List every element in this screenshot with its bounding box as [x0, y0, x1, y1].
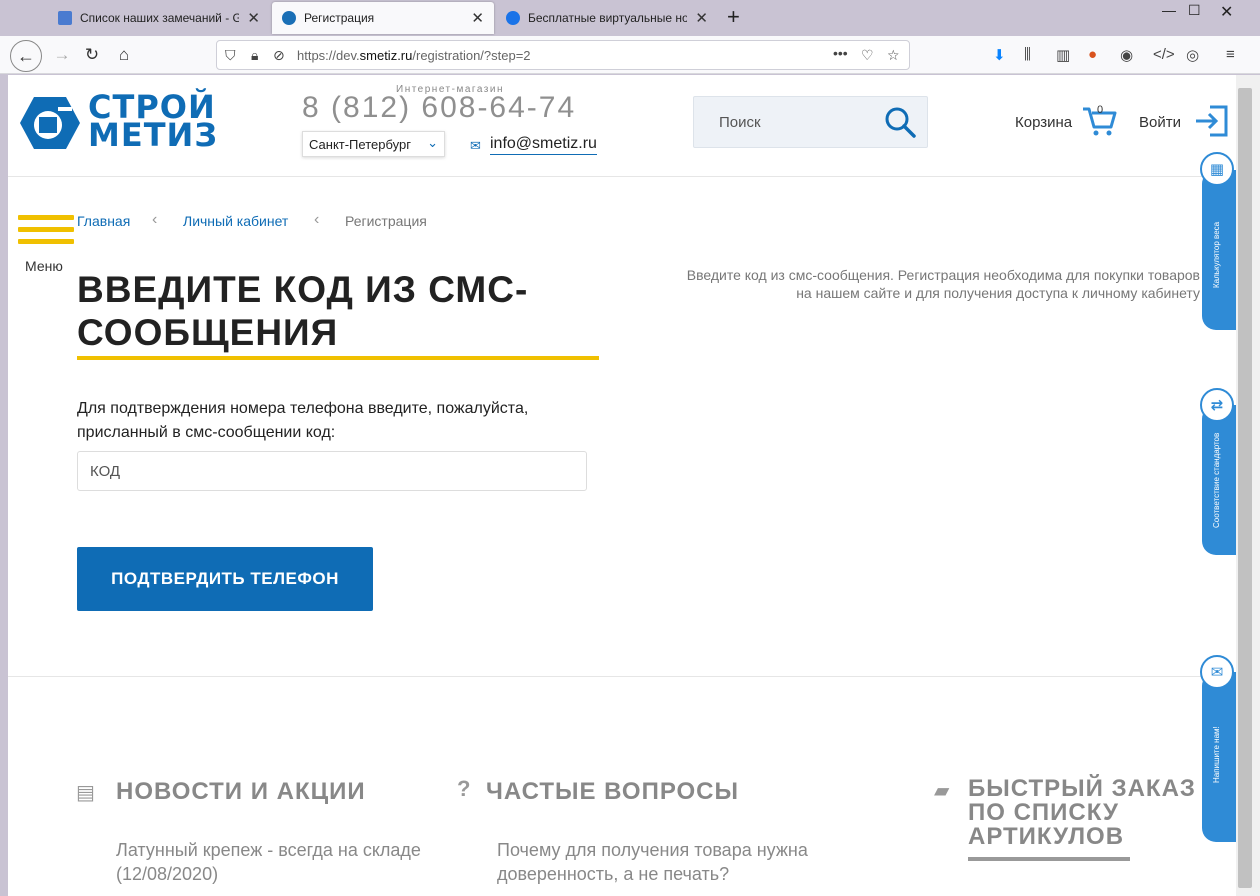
faq-title: ЧАСТЫЕ ВОПРОСЫ: [486, 778, 740, 805]
logo-icon[interactable]: [18, 95, 82, 151]
breadcrumb-account[interactable]: Личный кабинет: [183, 213, 288, 229]
chat-icon: ▰: [934, 780, 950, 802]
search-icon[interactable]: [883, 105, 917, 139]
tab-remarks[interactable]: Список наших замечаний - G ✕: [48, 2, 270, 34]
city-select[interactable]: Санкт-Петербург ⌄: [302, 131, 445, 157]
address-bar[interactable]: ⛉ 🔒︎ ⊘ https://dev.smetiz.ru/registratio…: [216, 40, 910, 70]
instruction-text: Для подтверждения номера телефона введит…: [77, 400, 529, 441]
menu-label[interactable]: Меню: [25, 258, 63, 274]
web-page: СТРОЙ МЕТИЗ Интернет-магазин 8 (812) 608…: [8, 75, 1236, 896]
quick-order-title[interactable]: БЫСТРЫЙ ЗАКАЗ ПО СПИСКУ АРТИКУЛОВ: [968, 777, 1208, 849]
sms-code-input[interactable]: [77, 451, 587, 491]
search-input[interactable]: [694, 97, 874, 147]
content-divider: [8, 676, 1236, 677]
close-icon[interactable]: ✕: [471, 9, 484, 27]
title-underline: [77, 356, 599, 360]
shield-icon[interactable]: ⛉: [225, 47, 236, 64]
minimize-button[interactable]: —: [1162, 2, 1176, 18]
tab-virtual-numbers[interactable]: Бесплатные виртуальные но ✕: [496, 2, 718, 34]
app-menu-icon[interactable]: ≡: [1226, 46, 1235, 63]
write-us-label[interactable]: Напишите нам!: [1212, 700, 1232, 810]
home-button[interactable]: ⌂: [110, 41, 138, 69]
news-icon: ▤: [76, 782, 95, 804]
calculator-icon[interactable]: ▦: [1200, 152, 1234, 186]
header-divider: [8, 176, 1236, 177]
power-icon: [506, 11, 520, 25]
cart-count-badge: 0: [1097, 104, 1104, 116]
browser-nav-bar: ← → ↻ ⌂ ⛉ 🔒︎ ⊘ https://dev.smetiz.ru/reg…: [0, 36, 1260, 74]
login-link[interactable]: Войти: [1139, 114, 1181, 131]
news-title: НОВОСТИ И АКЦИИ: [116, 778, 366, 805]
chevron-down-icon: ⌄: [427, 135, 438, 150]
chevron-left-icon: ‹: [314, 211, 320, 228]
devtools-icon[interactable]: </>: [1153, 46, 1175, 63]
tab-title: Регистрация: [304, 11, 375, 25]
pocket-icon[interactable]: ♡: [861, 47, 874, 64]
reload-button[interactable]: ↻: [78, 41, 106, 69]
extension-icon[interactable]: ◉: [1120, 46, 1133, 64]
bookmark-star-icon[interactable]: ☆: [887, 47, 900, 64]
swap-arrows-icon[interactable]: ⇄: [1200, 388, 1234, 422]
window-close-button[interactable]: ✕: [1220, 2, 1233, 22]
tab-registration[interactable]: Регистрация ✕: [272, 2, 494, 34]
account-icon[interactable]: ◎: [1186, 46, 1199, 64]
confirm-phone-button[interactable]: ПОДТВЕРДИТЬ ТЕЛЕФОН: [77, 547, 373, 611]
standards-label[interactable]: Соответствие стандартов: [1212, 420, 1232, 540]
breadcrumb-current: Регистрация: [345, 213, 427, 229]
close-icon[interactable]: ✕: [247, 9, 260, 27]
login-icon[interactable]: [1194, 105, 1228, 137]
chevron-left-icon: ‹: [152, 211, 158, 228]
hamburger-menu-icon[interactable]: [18, 215, 74, 251]
page-actions-icon[interactable]: •••: [833, 45, 848, 61]
browser-tab-bar: Список наших замечаний - G ✕ Регистрация…: [0, 0, 1260, 36]
mail-icon: ✉: [470, 138, 481, 153]
url-text[interactable]: https://dev.smetiz.ru/registration/?step…: [297, 48, 531, 63]
phone-number[interactable]: 8 (812) 608-64-74: [302, 91, 576, 125]
maximize-button[interactable]: ☐: [1188, 2, 1201, 19]
page-title: ВВЕДИТЕ КОД ИЗ СМС-СООБЩЕНИЯ: [77, 269, 529, 353]
tab-title: Список наших замечаний - G: [80, 11, 240, 25]
faq-item-link[interactable]: Почему для получения товара нужна довере…: [497, 838, 827, 886]
downloads-icon[interactable]: ⬇: [993, 46, 1006, 64]
back-button[interactable]: ←: [10, 40, 42, 72]
docs-icon: [58, 11, 72, 25]
quick-order-underline: [968, 857, 1130, 861]
extension-icon[interactable]: ●: [1088, 46, 1097, 63]
search-box: [693, 96, 928, 148]
logo-text[interactable]: СТРОЙ МЕТИЗ: [88, 91, 218, 151]
news-item-link[interactable]: Латунный крепеж - всегда на складе (12/0…: [116, 838, 446, 886]
new-tab-button[interactable]: +: [727, 4, 740, 30]
breadcrumb-home[interactable]: Главная: [77, 213, 130, 229]
email-link[interactable]: info@smetiz.ru: [490, 135, 597, 155]
forward-button[interactable]: →: [48, 41, 76, 69]
permissions-icon[interactable]: ⊘: [273, 47, 285, 64]
intro-text: Введите код из смс-сообщения. Регистраци…: [686, 267, 1200, 301]
lock-icon[interactable]: 🔒︎: [251, 47, 258, 64]
sidebar-icon[interactable]: ▥: [1056, 46, 1070, 64]
cart-link[interactable]: Корзина: [1015, 114, 1072, 131]
tab-title: Бесплатные виртуальные но: [528, 11, 688, 25]
scrollbar-thumb[interactable]: [1238, 88, 1252, 888]
library-icon[interactable]: ⫼: [1024, 46, 1031, 63]
question-icon: ?: [457, 776, 471, 801]
smetiz-favicon-icon: [282, 11, 296, 25]
close-icon[interactable]: ✕: [695, 9, 708, 27]
chat-bubble-icon[interactable]: ✉: [1200, 655, 1234, 689]
weight-calculator-label[interactable]: Калькулятор веса: [1212, 200, 1232, 310]
